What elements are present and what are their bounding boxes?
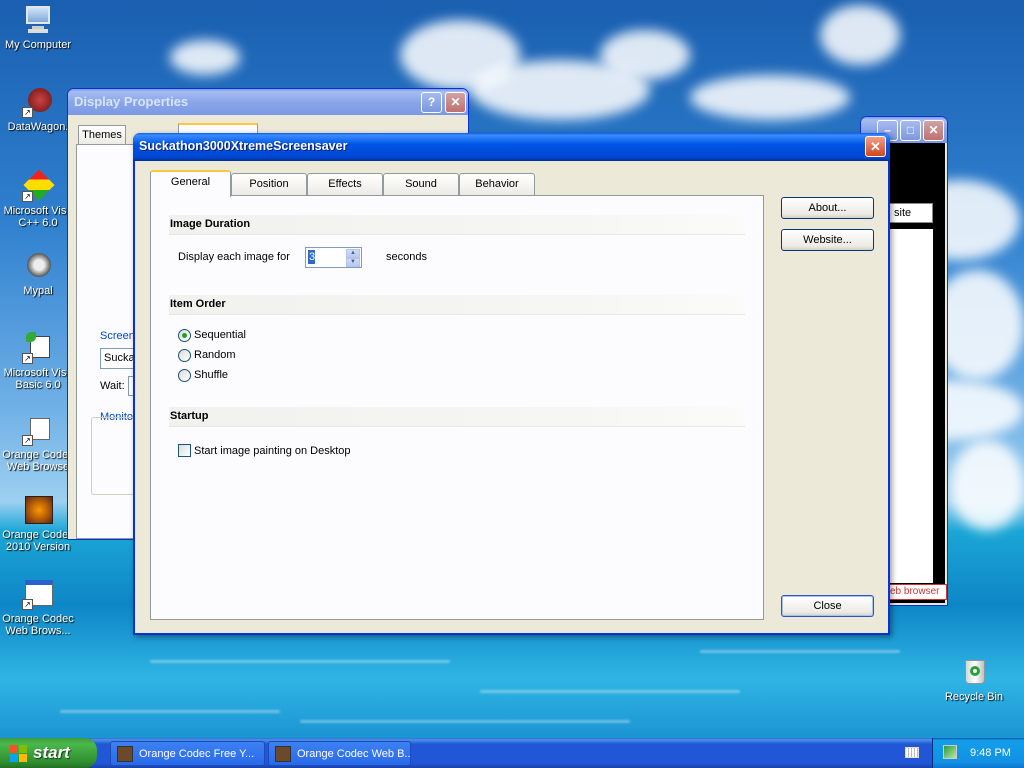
desktop-icon-label: Recycle Bin — [944, 691, 1004, 703]
screensaver-settings-dialog[interactable]: Suckathon3000XtremeScreensaver ✕ General… — [133, 133, 890, 635]
tab-position[interactable]: Position — [231, 173, 307, 195]
shortcut-arrow-icon: ↗ — [22, 435, 33, 446]
startup-checkbox-label[interactable]: Start image painting on Desktop — [194, 445, 351, 457]
desktop-icon-visual-cpp[interactable]: ↗ Microsoft Visu C++ 6.0 — [0, 169, 76, 229]
browser-page-area — [889, 229, 933, 583]
spin-up-arrow-icon[interactable]: ▲ — [346, 249, 360, 258]
orange-codec-app-icon — [117, 746, 133, 762]
tab-themes[interactable]: Themes — [78, 125, 126, 144]
radio-random[interactable] — [178, 349, 191, 362]
dialog-close-button[interactable]: ✕ — [865, 136, 886, 157]
display-properties-titlebar[interactable]: Display Properties — [68, 89, 468, 115]
orange-codec-browser-icon: ↗ — [22, 414, 54, 446]
radio-random-label[interactable]: Random — [194, 349, 236, 361]
section-startup: Startup — [169, 407, 745, 427]
tab-sound[interactable]: Sound — [383, 173, 459, 195]
system-tray: 9:48 PM — [932, 738, 1024, 768]
desktop-icon-label: DataWagon. — [7, 121, 69, 133]
monitor-group-box — [91, 417, 135, 495]
general-tab-panel: Image Duration Display each image for 3 … — [150, 195, 764, 620]
duration-value[interactable]: 3 — [308, 250, 315, 264]
shortcut-arrow-icon: ↗ — [22, 107, 33, 118]
desktop-icon-mypal[interactable]: Mypal — [0, 250, 76, 297]
tab-general[interactable]: General — [150, 170, 231, 197]
visual-cpp-icon: ↗ — [22, 169, 55, 202]
desktop-icon-label: Microsoft Visu Basic 6.0 — [3, 367, 73, 391]
radio-sequential[interactable] — [178, 329, 191, 342]
taskbar-item-label: Orange Codec Free Y... — [139, 748, 255, 760]
screensaver-group-label: Screen — [100, 330, 135, 342]
browser-site-button[interactable]: site — [889, 203, 933, 223]
close-button[interactable]: ✕ — [445, 92, 466, 113]
desktop-icon-recycle-bin[interactable]: Recycle Bin — [936, 656, 1012, 703]
radio-shuffle-label[interactable]: Shuffle — [194, 369, 228, 381]
mypal-icon — [22, 250, 54, 282]
taskbar-item-orange-codec-web[interactable]: Orange Codec Web B... — [268, 741, 411, 766]
shortcut-arrow-icon: ↗ — [22, 191, 33, 202]
desktop-icon-label: Mypal — [23, 285, 53, 297]
duration-spinner[interactable]: 3 ▲ ▼ — [305, 247, 362, 268]
section-image-duration: Image Duration — [169, 215, 745, 235]
section-item-order: Item Order — [169, 295, 745, 315]
help-button[interactable]: ? — [421, 92, 442, 113]
visual-basic-icon: ↗ — [22, 332, 54, 364]
spin-down-arrow-icon[interactable]: ▼ — [346, 258, 360, 267]
desktop-icon-label: Orange Codec Web Browse — [2, 449, 74, 473]
seconds-label: seconds — [386, 251, 427, 263]
recycle-bin-icon — [958, 656, 990, 688]
taskbar: start Orange Codec Free Y... Orange Code… — [0, 738, 1024, 768]
desktop-icon-my-computer[interactable]: My Computer — [0, 4, 76, 51]
taskbar-item-label: Orange Codec Web B... — [297, 748, 411, 760]
orange-codec-web-icon: ↗ — [22, 578, 54, 610]
desktop-icon-visual-basic[interactable]: ↗ Microsoft Visu Basic 6.0 — [0, 332, 76, 391]
dialog-title: Suckathon3000XtremeScreensaver — [139, 139, 348, 153]
startup-checkbox[interactable] — [178, 444, 191, 457]
my-computer-icon — [22, 4, 54, 36]
maximize-button[interactable]: □ — [900, 120, 921, 141]
start-button[interactable]: start — [0, 738, 97, 768]
desktop-icon-orange-codec-2010[interactable]: Orange Codec 2010 Version — [0, 494, 76, 553]
shortcut-arrow-icon: ↗ — [22, 353, 33, 364]
desktop-icon-orange-codec-web[interactable]: ↗ Orange Codec Web Brows... — [0, 578, 76, 637]
browser-status-text: eb browser — [889, 584, 947, 600]
network-icon[interactable] — [943, 745, 957, 759]
desktop-icon-label: Microsoft Visu C++ 6.0 — [3, 205, 73, 229]
website-button[interactable]: Website... — [781, 229, 874, 251]
datawagon-icon: ↗ — [22, 86, 54, 118]
close-button[interactable]: Close — [781, 595, 874, 617]
desktop-icon-label: My Computer — [4, 39, 72, 51]
desktop-icon-datawagon[interactable]: ↗ DataWagon. — [0, 86, 76, 133]
shortcut-arrow-icon: ↗ — [22, 599, 33, 610]
dialog-titlebar[interactable]: Suckathon3000XtremeScreensaver — [133, 133, 890, 161]
window-title: Display Properties — [74, 94, 189, 109]
desktop-icon-label: Orange Codec Web Brows... — [2, 613, 74, 637]
close-button[interactable]: ✕ — [923, 120, 944, 141]
desktop-icon-label: Orange Codec 2010 Version — [2, 529, 74, 553]
orange-codec-2010-icon — [22, 494, 54, 526]
display-each-image-label: Display each image for — [178, 251, 290, 263]
tab-effects[interactable]: Effects — [307, 173, 383, 195]
tab-behavior[interactable]: Behavior — [459, 173, 535, 195]
orange-codec-app-icon — [275, 746, 291, 762]
taskbar-item-orange-codec-free[interactable]: Orange Codec Free Y... — [110, 741, 265, 766]
keyboard-icon[interactable] — [905, 747, 919, 758]
wait-label: Wait: — [100, 380, 125, 392]
windows-flag-icon — [10, 745, 27, 762]
radio-shuffle[interactable] — [178, 369, 191, 382]
radio-sequential-label[interactable]: Sequential — [194, 329, 246, 341]
clock[interactable]: 9:48 PM — [970, 747, 1011, 759]
start-label: start — [33, 743, 70, 762]
about-button[interactable]: About... — [781, 197, 874, 219]
desktop-icon-orange-codec-browser[interactable]: ↗ Orange Codec Web Browse — [0, 414, 76, 473]
